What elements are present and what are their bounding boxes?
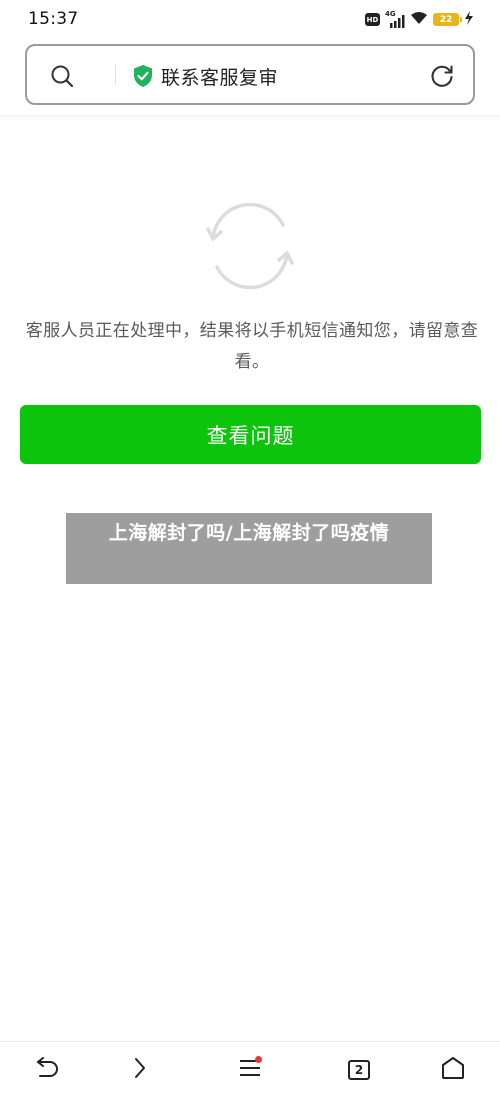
- wifi-icon: [410, 10, 428, 29]
- signal-4g-icon: 4G: [385, 9, 405, 28]
- status-time: 15:37: [28, 9, 79, 29]
- network-type-label: 4G: [385, 9, 396, 18]
- charging-icon: [464, 10, 474, 29]
- back-icon[interactable]: [34, 1057, 60, 1083]
- status-bar: 15:37 HD 4G 22: [0, 0, 500, 40]
- page-title[interactable]: 联系客服复审: [161, 63, 278, 90]
- status-icons: HD 4G 22: [365, 10, 474, 29]
- address-bar[interactable]: 联系客服复审: [25, 44, 475, 105]
- battery-icon: 22: [433, 13, 462, 26]
- overlay-caption: 上海解封了吗/上海解封了吗疫情: [66, 513, 432, 584]
- refresh-icon[interactable]: [429, 63, 455, 93]
- menu-button[interactable]: [220, 1042, 280, 1097]
- shield-check-icon: [132, 64, 154, 92]
- sync-icon: [205, 202, 295, 293]
- hd-icon: HD: [365, 13, 380, 26]
- tabs-button[interactable]: 2: [329, 1042, 389, 1097]
- notification-dot: [255, 1056, 262, 1063]
- bottom-nav: 2: [0, 1041, 500, 1097]
- tabs-icon[interactable]: 2: [348, 1060, 370, 1080]
- status-message: 客服人员正在处理中，结果将以手机短信通知您，请留意查看。: [25, 321, 479, 372]
- home-icon[interactable]: [441, 1056, 465, 1084]
- forward-button[interactable]: [110, 1042, 170, 1097]
- view-issue-button[interactable]: 查看问题: [20, 405, 481, 464]
- back-button[interactable]: [17, 1042, 77, 1097]
- forward-icon[interactable]: [133, 1057, 147, 1083]
- home-button[interactable]: [423, 1042, 483, 1097]
- search-icon[interactable]: [50, 64, 74, 92]
- header-shadow: [0, 115, 500, 121]
- search-divider: [115, 65, 116, 85]
